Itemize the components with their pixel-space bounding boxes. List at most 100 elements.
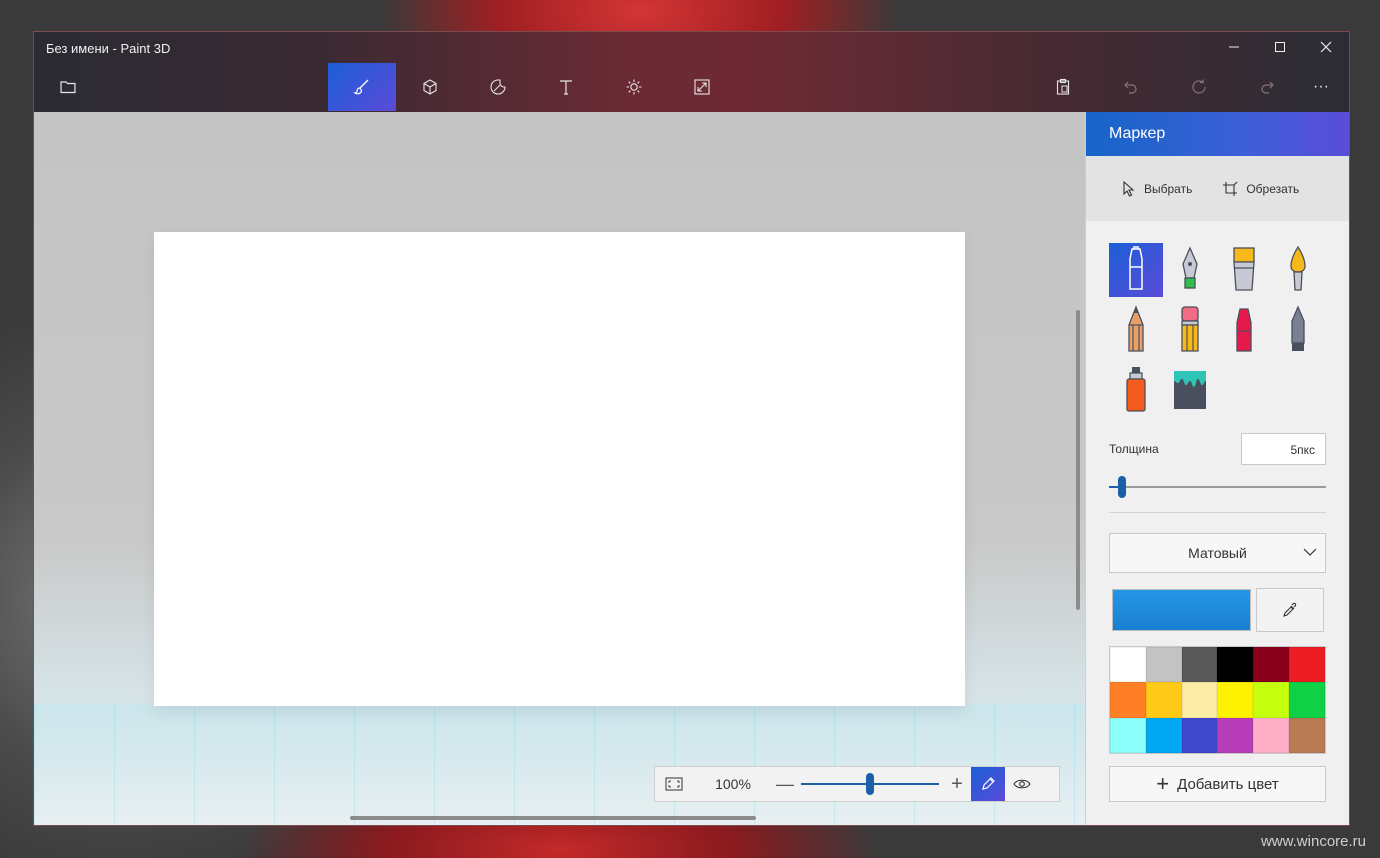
maximize-icon [1275, 42, 1285, 52]
clipboard-icon [1056, 78, 1070, 95]
color-swatch[interactable] [1289, 682, 1325, 718]
view-mode-button[interactable] [1005, 767, 1039, 801]
oil-brush-tool[interactable] [1217, 243, 1271, 297]
color-swatch[interactable] [1181, 682, 1218, 718]
tab-stickers[interactable] [464, 63, 532, 111]
color-swatch[interactable] [1181, 717, 1218, 753]
color-swatch[interactable] [1253, 717, 1290, 753]
paste-button[interactable] [1029, 63, 1097, 111]
brush-icon [353, 79, 369, 95]
maximize-button[interactable] [1257, 32, 1303, 62]
watermark: www.wincore.ru [1260, 833, 1366, 850]
sticker-icon [490, 79, 506, 95]
color-swatch[interactable] [1253, 682, 1290, 718]
tab-3d-shapes[interactable] [396, 63, 464, 111]
history-icon [1192, 79, 1206, 94]
crop-icon [1223, 181, 1238, 196]
color-swatch[interactable] [1110, 682, 1146, 718]
cube-icon [423, 79, 437, 95]
close-button[interactable] [1303, 32, 1349, 62]
current-color-swatch[interactable] [1112, 589, 1251, 631]
tab-text[interactable] [532, 63, 600, 111]
fit-to-screen-button[interactable] [655, 767, 693, 801]
pen-tool[interactable] [1271, 303, 1325, 357]
thickness-slider-thumb[interactable] [1117, 476, 1126, 498]
history-button[interactable] [1165, 63, 1233, 111]
window-controls [1211, 32, 1349, 62]
minimize-button[interactable] [1211, 32, 1257, 62]
color-swatch[interactable] [1217, 682, 1254, 718]
crayon-tool[interactable] [1217, 303, 1271, 357]
color-swatch[interactable] [1253, 647, 1290, 683]
select-button[interactable]: Выбрать [1122, 180, 1193, 197]
zoom-out-button[interactable]: — [773, 774, 797, 795]
color-swatch[interactable] [1217, 647, 1254, 683]
color-swatch[interactable] [1145, 682, 1182, 718]
selection-tools: Выбрать Обрезать [1086, 156, 1349, 221]
eyedropper-button[interactable] [1256, 588, 1324, 632]
main-toolbar: ··· [34, 63, 1349, 112]
text-icon [560, 80, 572, 95]
add-color-button[interactable]: + Добавить цвет [1109, 766, 1326, 802]
spray-can-icon [1126, 367, 1146, 412]
tab-canvas[interactable] [668, 63, 736, 111]
window-title: Без имени - Paint 3D [46, 41, 171, 56]
tab-brushes[interactable] [328, 63, 396, 111]
horizontal-scrollbar[interactable] [350, 816, 756, 820]
color-swatch[interactable] [1217, 717, 1254, 753]
undo-button[interactable] [1097, 63, 1165, 111]
spray-can-tool[interactable] [1109, 363, 1163, 417]
marker-icon [1129, 246, 1143, 290]
select-label: Выбрать [1144, 181, 1193, 196]
color-swatch[interactable] [1181, 647, 1218, 683]
minimize-icon [1229, 46, 1239, 48]
paint-bucket-icon [1174, 371, 1206, 409]
vertical-scrollbar[interactable] [1076, 310, 1080, 610]
color-palette [1109, 646, 1326, 754]
more-button[interactable]: ··· [1291, 63, 1349, 111]
crop-button[interactable]: Обрезать [1222, 181, 1299, 197]
cursor-icon [1123, 180, 1135, 197]
edit-mode-button[interactable] [971, 767, 1005, 801]
color-swatch[interactable] [1145, 717, 1182, 753]
pencil-tool[interactable] [1163, 303, 1217, 357]
color-swatch[interactable] [1110, 717, 1146, 753]
paint3d-window: Без имени - Paint 3D ··· 100% — + Маркер… [33, 31, 1350, 826]
finish-dropdown[interactable]: Матовый [1109, 533, 1326, 573]
color-swatch[interactable] [1110, 647, 1146, 683]
folder-icon [60, 81, 76, 94]
calligraphy-pen-tool[interactable] [1163, 243, 1217, 297]
thickness-input[interactable]: 5пкс [1241, 433, 1326, 465]
color-swatch[interactable] [1289, 647, 1325, 683]
menu-button[interactable] [34, 63, 102, 111]
close-icon [1320, 41, 1332, 53]
eraser-pencil-icon [1181, 306, 1199, 352]
marker-tool[interactable] [1109, 243, 1163, 297]
eye-icon [1013, 779, 1031, 789]
zoom-percent: 100% [715, 776, 751, 792]
fountain-pen-icon [1182, 246, 1198, 289]
canvas-workspace[interactable]: 100% — + [34, 112, 1085, 825]
zoom-slider[interactable] [797, 767, 943, 801]
drawing-canvas[interactable] [154, 232, 965, 706]
color-swatch[interactable] [1289, 717, 1325, 753]
crayon-icon [1236, 308, 1252, 352]
zoom-in-button[interactable]: + [943, 773, 971, 796]
tab-effects[interactable] [600, 63, 668, 111]
floor-grid [34, 704, 1085, 825]
watercolor-tool[interactable] [1271, 243, 1325, 297]
thickness-slider-track [1109, 486, 1326, 488]
brushes-panel: Маркер Выбрать Обрезать Толщина 5пкс Мат… [1085, 112, 1349, 825]
oil-brush-icon [1233, 247, 1255, 291]
undo-icon [1124, 81, 1137, 94]
add-color-label: Добавить цвет [1177, 775, 1279, 793]
pixel-pen-tool[interactable] [1109, 303, 1163, 357]
color-swatch[interactable] [1145, 647, 1182, 683]
thickness-slider[interactable] [1109, 474, 1326, 500]
thickness-label: Толщина [1109, 442, 1159, 456]
fill-tool[interactable] [1163, 363, 1217, 417]
panel-divider [1109, 512, 1326, 513]
sun-icon [626, 79, 642, 95]
eyedropper-icon [1283, 602, 1297, 617]
zoom-slider-thumb[interactable] [866, 773, 874, 795]
